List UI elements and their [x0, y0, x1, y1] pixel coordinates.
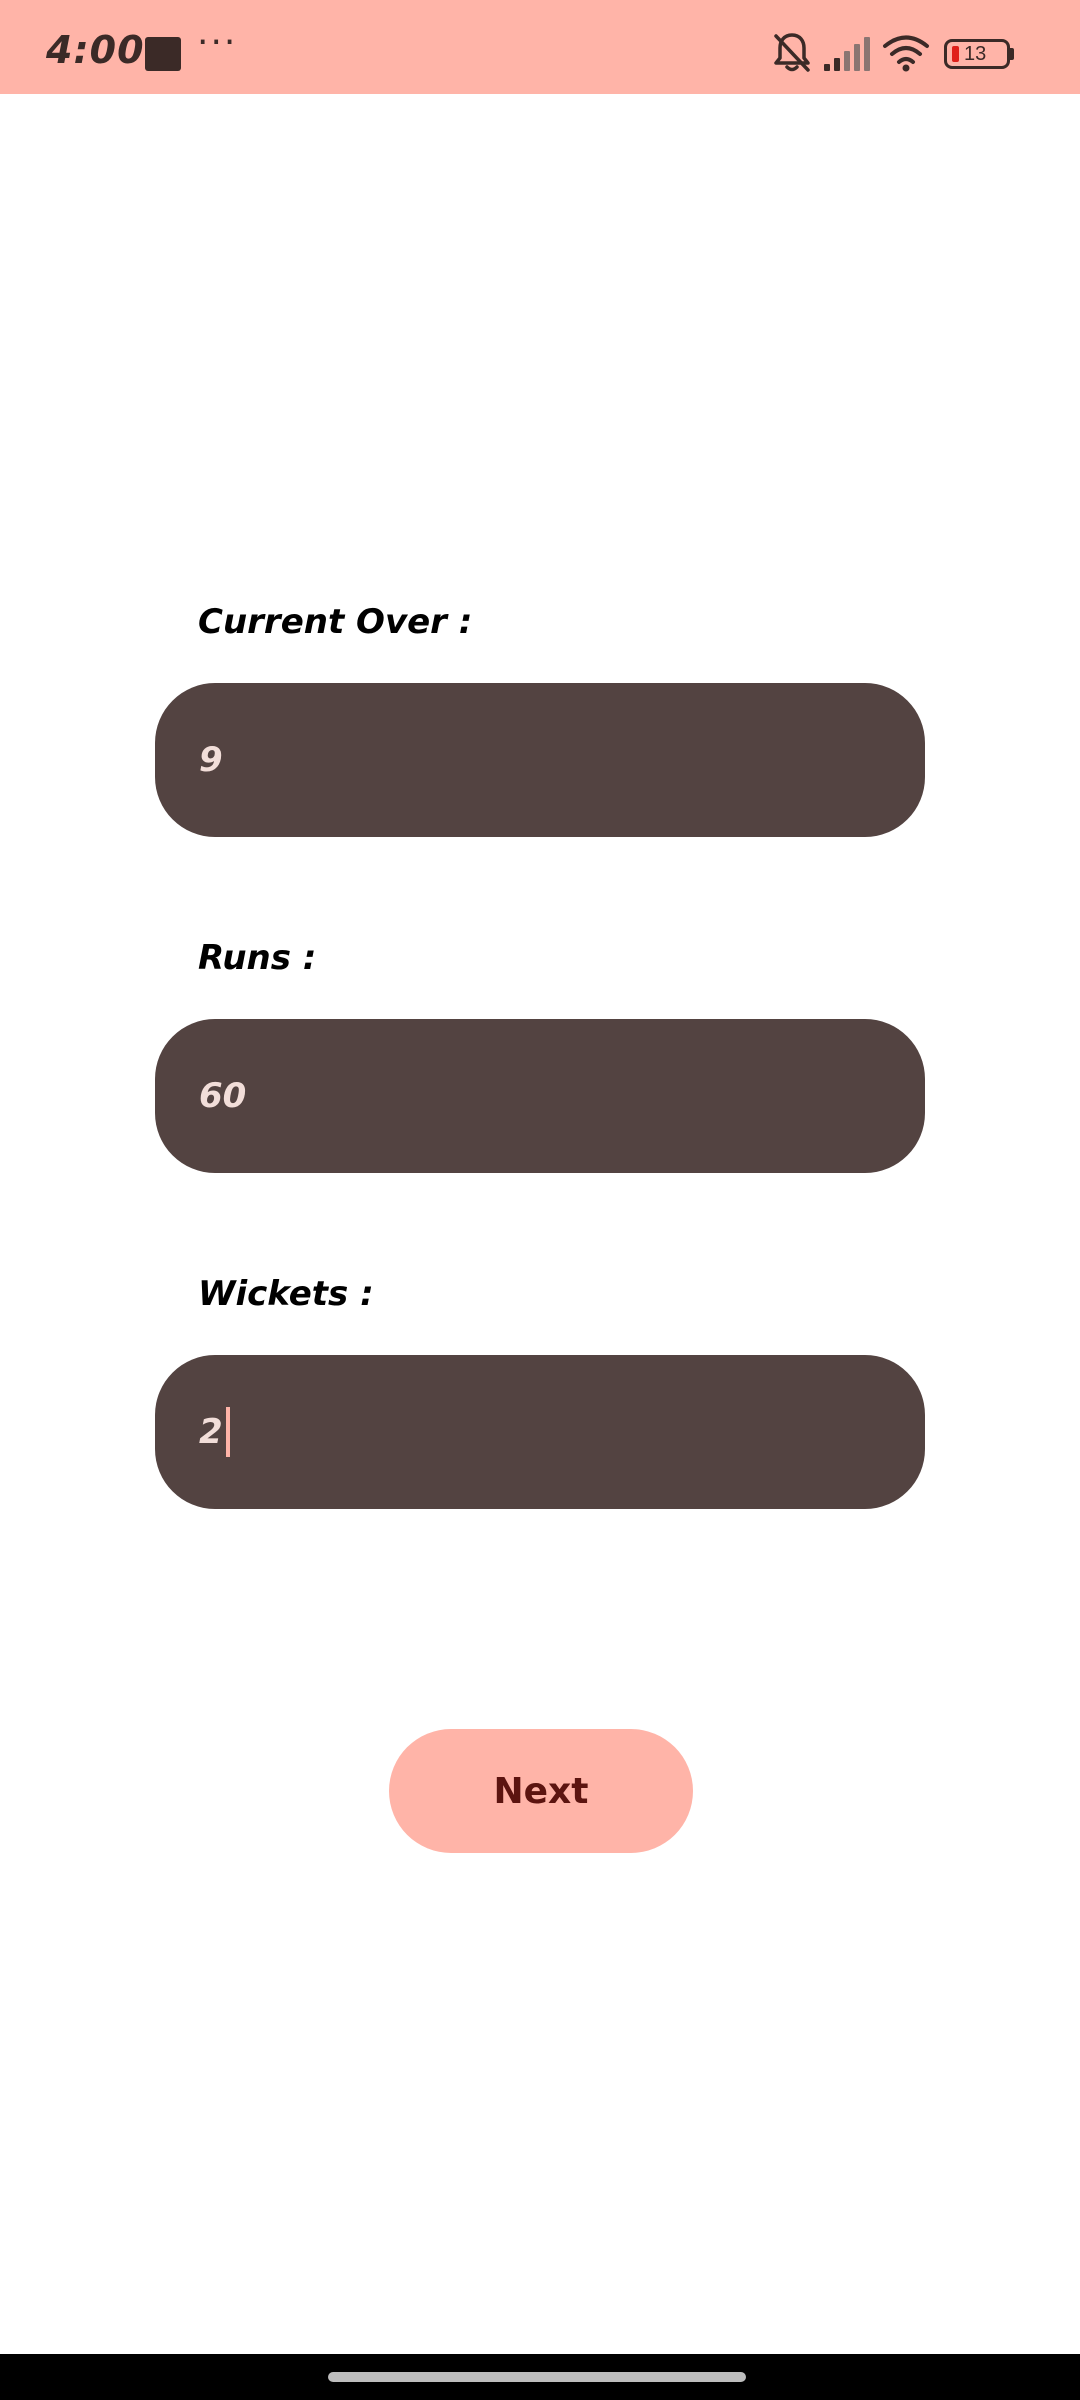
notification-square-icon	[145, 37, 181, 71]
current-over-value: 9	[199, 740, 223, 780]
bell-off-icon	[774, 33, 810, 72]
current-over-input[interactable]: 9	[155, 683, 925, 837]
runs-input[interactable]: 60	[155, 1019, 925, 1173]
wifi-icon	[883, 35, 929, 72]
current-over-label: Current Over :	[198, 602, 473, 642]
battery-tip	[1010, 48, 1014, 60]
next-button[interactable]: Next	[389, 1729, 693, 1853]
wickets-input[interactable]: 2	[155, 1355, 925, 1509]
signal-icon	[824, 37, 870, 71]
wickets-value: 2	[199, 1412, 223, 1452]
runs-label: Runs :	[198, 938, 317, 978]
text-cursor	[225, 1407, 230, 1457]
status-bar: 4:00 ··· 13	[0, 0, 1080, 94]
status-time: 4:00	[46, 28, 145, 72]
home-indicator[interactable]	[328, 2372, 746, 2382]
runs-value: 60	[199, 1076, 247, 1116]
more-notifications-icon: ···	[197, 22, 238, 63]
wickets-label: Wickets :	[198, 1274, 374, 1314]
battery-icon: 13	[944, 39, 1010, 69]
battery-level: 13	[964, 43, 987, 65]
